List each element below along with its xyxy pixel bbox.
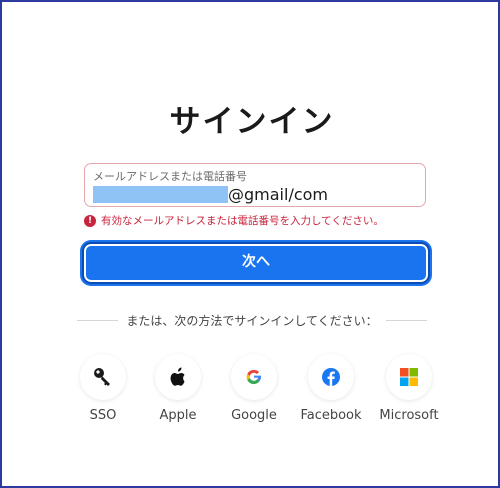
next-button[interactable]: 次へ: [82, 242, 430, 284]
microsoft-circle[interactable]: [386, 354, 432, 400]
email-field-label: メールアドレスまたは電話番号: [93, 170, 247, 183]
sso-label: SSO: [89, 408, 117, 423]
sign-in-providers: SSO Apple Google Facebook Microsoft: [63, 354, 453, 434]
email-field[interactable]: メールアドレスまたは電話番号 @gmail/com: [84, 163, 426, 207]
facebook-button[interactable]: Facebook: [291, 354, 371, 423]
google-icon: [246, 369, 262, 385]
google-circle[interactable]: [231, 354, 277, 400]
page-title: サインイン: [169, 104, 335, 140]
apple-label: Apple: [159, 408, 197, 423]
apple-circle[interactable]: [155, 354, 201, 400]
microsoft-icon: [400, 368, 418, 386]
error-text: 有効なメールアドレスまたは電話番号を入力してください。: [101, 215, 384, 227]
error-icon: !: [84, 214, 96, 227]
apple-icon: [170, 367, 185, 386]
divider: または、次の方法でサインインしてください：: [77, 312, 428, 329]
microsoft-label: Microsoft: [379, 408, 439, 423]
facebook-icon: [322, 368, 340, 386]
key-icon: [94, 368, 110, 386]
facebook-label: Facebook: [300, 408, 362, 423]
sso-button[interactable]: SSO: [63, 354, 143, 423]
divider-text: または、次の方法でサインインしてください：: [126, 314, 378, 328]
google-button[interactable]: Google: [214, 354, 294, 423]
google-label: Google: [231, 408, 277, 423]
error-message: ! 有効なメールアドレスまたは電話番号を入力してください。: [84, 213, 384, 228]
divider-line-right: [385, 320, 428, 321]
facebook-circle[interactable]: [308, 354, 354, 400]
email-field-value-text: @gmail/com: [228, 185, 328, 204]
email-field-value[interactable]: @gmail/com: [93, 185, 328, 204]
sso-circle[interactable]: [80, 354, 126, 400]
redacted-text: [93, 186, 228, 203]
divider-line-left: [77, 320, 119, 321]
microsoft-button[interactable]: Microsoft: [369, 354, 449, 423]
apple-button[interactable]: Apple: [138, 354, 218, 423]
page-frame: サインイン メールアドレスまたは電話番号 @gmail/com ! 有効なメール…: [0, 0, 500, 488]
